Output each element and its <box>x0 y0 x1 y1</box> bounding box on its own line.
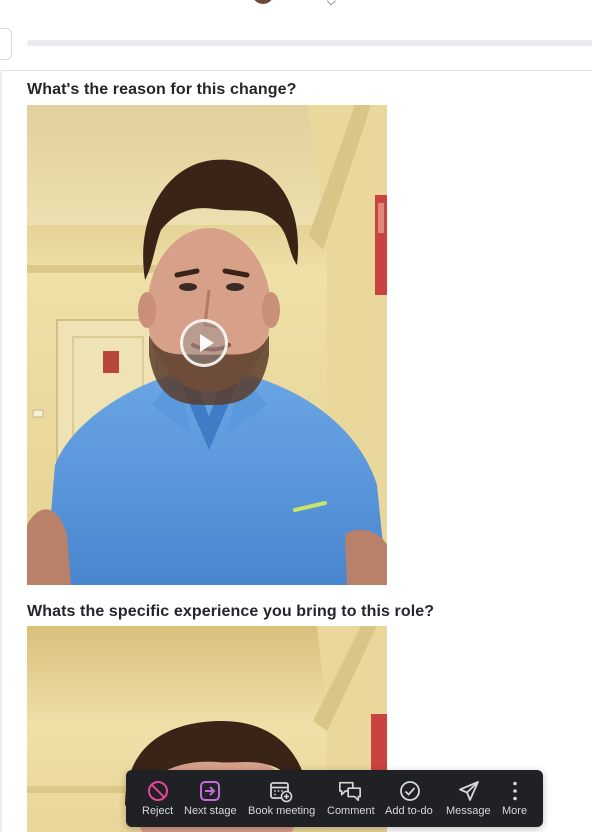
play-button[interactable] <box>180 319 228 367</box>
action-label: Comment <box>327 805 375 817</box>
left-panel-edge <box>0 28 12 60</box>
action-label: Book meeting <box>248 805 316 817</box>
todo-check-icon <box>400 781 420 801</box>
add-todo-button[interactable]: Add to-do <box>384 770 436 827</box>
book-meeting-button[interactable]: Book meeting <box>247 770 317 827</box>
action-label: Reject <box>142 805 174 817</box>
comment-button[interactable]: Comment <box>325 770 377 827</box>
reject-icon <box>148 781 168 801</box>
play-icon <box>200 334 214 352</box>
action-label: Add to-do <box>385 805 433 817</box>
top-header <box>0 0 592 71</box>
progress-track <box>27 40 592 46</box>
calendar-icon <box>270 782 293 803</box>
avatar[interactable] <box>252 0 274 4</box>
left-divider <box>0 70 2 832</box>
question-heading: What's the reason for this change? <box>27 81 297 98</box>
action-label: More <box>502 805 528 817</box>
next-stage-icon <box>200 781 220 801</box>
more-button[interactable]: More <box>498 770 532 827</box>
video-answer-1[interactable] <box>27 105 387 585</box>
action-bar: Reject Next stage Book meeting Comment A… <box>126 770 543 827</box>
candidate-review-page: What's the reason for this change? Whats… <box>0 0 592 832</box>
next-stage-button[interactable]: Next stage <box>184 770 240 827</box>
more-icon <box>513 781 517 801</box>
question-heading: Whats the specific experience you bring … <box>27 603 435 620</box>
action-label: Message <box>446 805 491 817</box>
send-icon <box>459 781 479 801</box>
reject-button[interactable]: Reject <box>138 770 178 827</box>
chevron-down-icon[interactable] <box>326 0 337 6</box>
message-button[interactable]: Message <box>444 770 492 827</box>
action-label: Next stage <box>184 805 237 817</box>
comment-icon <box>339 781 361 802</box>
